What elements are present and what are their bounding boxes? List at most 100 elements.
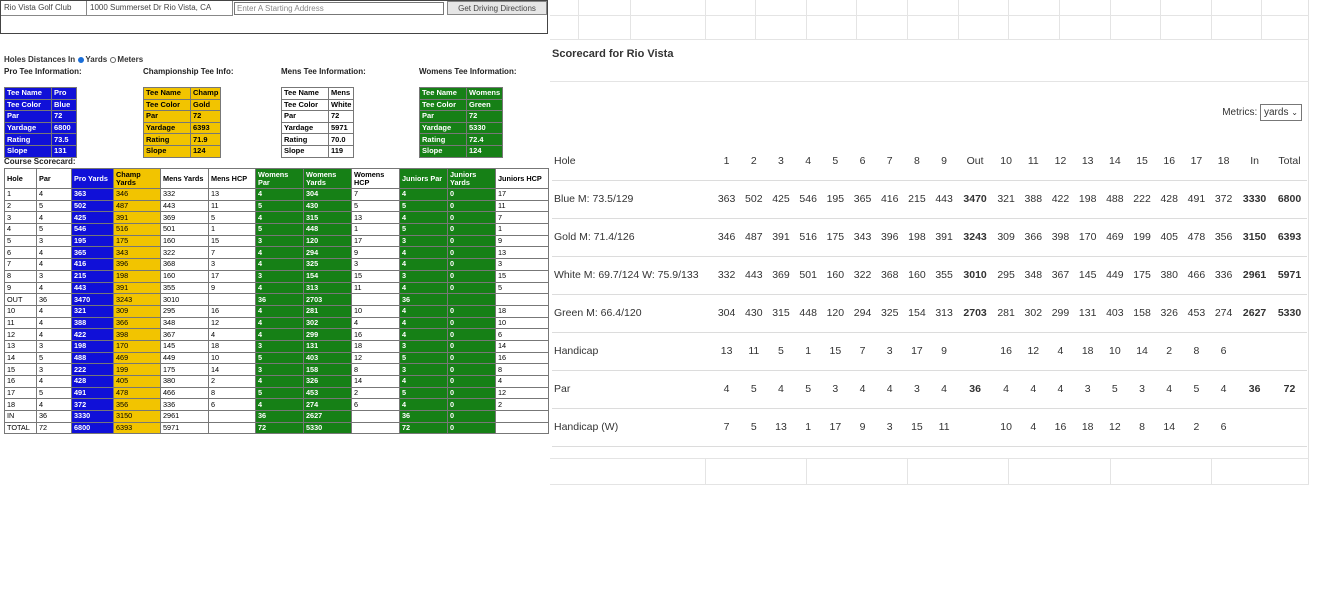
tee-info-key: Rating: [4, 133, 52, 146]
table-cell: [208, 410, 256, 423]
table-cell: 449: [160, 351, 209, 365]
table-cell: 0: [447, 258, 496, 271]
starting-address-input[interactable]: [234, 2, 444, 15]
table-cell: 7: [848, 332, 877, 371]
table-cell: 8: [1128, 408, 1156, 447]
table-cell: 6: [1210, 408, 1238, 447]
get-directions-button[interactable]: Get Driving Directions: [447, 1, 547, 15]
pro-tee-table: Tee Name Pro Tee Color Blue Par 72 Yardage 6800…: [4, 87, 77, 158]
table-cell: 7: [4, 258, 37, 271]
table-cell: 4: [255, 281, 304, 295]
table-cell: 2627: [1237, 294, 1272, 333]
table-cell: 4: [36, 188, 72, 201]
table-cell: [495, 293, 549, 306]
table-cell: [208, 421, 256, 435]
table-cell: 313: [303, 281, 352, 295]
table-cell: 3: [208, 258, 256, 271]
tee-info-value: 119: [327, 144, 355, 158]
table-cell: 198: [113, 269, 161, 283]
table-cell: 332: [713, 256, 741, 295]
table-cell: 6: [495, 328, 549, 341]
table-row: 10 4 321 309 295 16 4 281 10 4 0 18: [4, 304, 549, 318]
metrics-control: Metrics: yards ⌄: [1222, 104, 1302, 121]
table-cell: 1: [794, 332, 822, 371]
table-cell: 3330: [71, 410, 114, 423]
yards-radio[interactable]: [78, 57, 85, 63]
yards-label: Yards: [85, 55, 108, 64]
units-label: Holes Distances In: [4, 55, 76, 64]
table-cell: 7: [713, 408, 741, 447]
tee-info-key: Tee Color: [281, 98, 329, 112]
meters-radio[interactable]: [110, 57, 117, 63]
table-cell: 11: [208, 199, 256, 213]
table-cell: 10: [495, 316, 549, 330]
table-row: Blue M: 73.5/129 363 502 425 546 195 365 416 215…: [552, 180, 1307, 219]
table-cell: 154: [903, 294, 931, 333]
table-cell: 15: [4, 363, 37, 376]
table-cell: 5: [36, 351, 72, 365]
table-cell: [957, 332, 993, 371]
tee-info-row: Rating 72.4: [419, 133, 504, 146]
table-cell: 546: [794, 180, 822, 219]
column-header: 1: [713, 142, 741, 181]
table-cell: 1: [794, 408, 822, 447]
table-cell: 391: [767, 218, 795, 257]
tee-info-value: White: [327, 98, 355, 112]
table-cell: 398: [113, 328, 161, 341]
table-cell: 302: [303, 316, 352, 330]
table-cell: 501: [160, 223, 209, 236]
table-cell: 453: [1182, 294, 1210, 333]
table-cell: 346: [113, 188, 161, 201]
table-cell: 302: [1019, 294, 1047, 333]
mens-tee-table: Tee Name Mens Tee Color White Par 72 Yardage 59…: [281, 87, 355, 158]
table-row: 11 4 388 366 348 12 4 302 4 4 0 10: [4, 316, 549, 330]
column-header: 4: [794, 142, 822, 181]
table-cell: 4: [1019, 408, 1047, 447]
table-cell: 322: [848, 256, 877, 295]
table-cell: 422: [1046, 180, 1075, 219]
table-cell: 1: [495, 223, 549, 236]
tee-info-key: Tee Color: [419, 98, 467, 112]
table-cell: 14: [495, 339, 549, 353]
table-cell: 5: [1101, 370, 1129, 409]
tee-info-key: Rating: [143, 133, 191, 146]
table-cell: 0: [447, 363, 496, 376]
row-label: White M: 69.7/124 W: 75.9/133: [552, 256, 713, 295]
table-cell: 36: [36, 293, 72, 306]
table-cell: 294: [303, 246, 352, 260]
tee-info-value: 72: [465, 110, 504, 123]
table-cell: 12: [208, 316, 256, 330]
table-cell: 398: [1046, 218, 1075, 257]
table-cell: 14: [208, 363, 256, 376]
scorecard-header-row: Hole 1 2 3 4 5 6 7 8 9 Out 10 11 12 13 14 15 16 17 18 In Tota…: [552, 142, 1307, 181]
table-cell: 315: [303, 211, 352, 225]
table-cell: 4: [399, 328, 448, 341]
metrics-value: yards: [1264, 107, 1289, 118]
table-cell: 17: [495, 188, 549, 201]
table-cell: 5330: [1272, 294, 1307, 333]
column-header: Juniors Par: [399, 168, 448, 189]
table-cell: 366: [1019, 218, 1047, 257]
column-header: Hole: [4, 168, 37, 189]
table-cell: 175: [160, 363, 209, 376]
table-cell: 321: [71, 304, 114, 318]
table-cell: 222: [1128, 180, 1156, 219]
table-cell: 304: [303, 188, 352, 201]
tee-info-key: Yardage: [281, 121, 329, 135]
table-cell: [1272, 332, 1307, 371]
table-cell: 3: [36, 269, 72, 283]
table-cell: 3330: [1237, 180, 1272, 219]
table-cell: 198: [71, 339, 114, 353]
column-header: Mens Yards: [160, 168, 209, 189]
table-cell: 4: [208, 328, 256, 341]
table-cell: 4: [495, 375, 549, 388]
tee-info-row: Yardage 6800: [4, 121, 77, 135]
table-cell: 491: [71, 386, 114, 400]
tee-info-row: Slope 131: [4, 144, 77, 158]
scorecard-panel: Scorecard for Rio Vista Metrics: yards ⌄ …: [550, 0, 1309, 485]
column-header: Womens Par: [255, 168, 304, 189]
metrics-select[interactable]: yards ⌄: [1260, 104, 1302, 121]
table-cell: 355: [930, 256, 958, 295]
tee-info-value: Pro: [51, 87, 77, 100]
table-cell: 4: [36, 328, 72, 341]
